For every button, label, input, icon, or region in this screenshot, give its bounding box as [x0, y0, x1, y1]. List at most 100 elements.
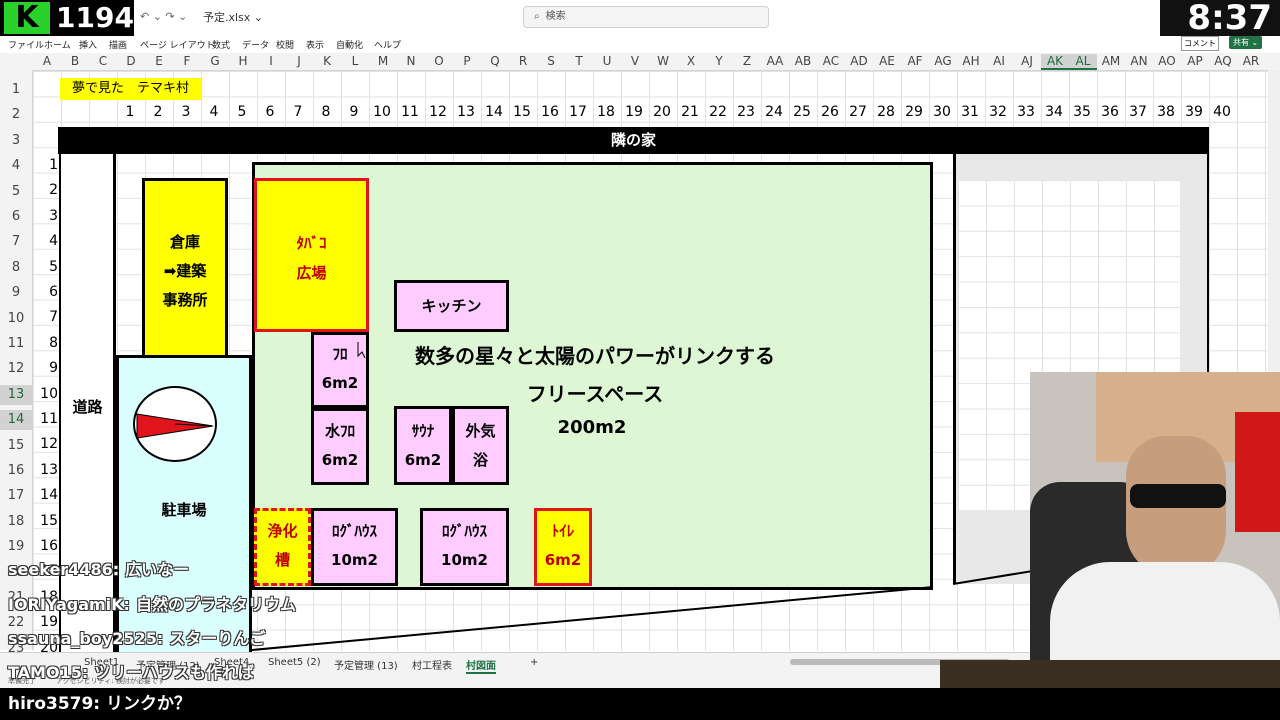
grid-row-number: 16 [40, 538, 58, 554]
sheet-tab[interactable]: Sheet5 (2) [268, 657, 321, 668]
menu-draw[interactable]: 描画 [109, 38, 127, 51]
column-header[interactable]: AR [1237, 54, 1265, 68]
row-header[interactable]: 10 [0, 309, 32, 329]
grid-column-number: 20 [653, 104, 671, 120]
column-header[interactable]: Z [733, 54, 761, 68]
row-header[interactable]: 5 [0, 182, 32, 202]
row-header[interactable]: 12 [0, 359, 32, 379]
chat-message: seeker4486: 広いなー [8, 556, 189, 580]
column-header[interactable]: AO [1153, 54, 1181, 68]
column-header[interactable]: K [313, 54, 341, 68]
column-header[interactable]: AG [929, 54, 957, 68]
row-header[interactable]: 4 [0, 156, 32, 176]
column-header[interactable]: Q [481, 54, 509, 68]
menu-formulas[interactable]: 数式 [212, 38, 230, 51]
column-header[interactable]: V [621, 54, 649, 68]
column-header[interactable]: F [173, 54, 201, 68]
row-header[interactable]: 14 [0, 410, 32, 431]
sauna-line-2: 6m2 [404, 451, 442, 469]
column-header[interactable]: L [341, 54, 369, 68]
column-header[interactable]: AL [1069, 54, 1097, 70]
red-cloth [1235, 412, 1280, 532]
column-header[interactable]: U [593, 54, 621, 68]
column-header[interactable]: I [257, 54, 285, 68]
grid-column-number: 40 [1213, 104, 1231, 120]
grid-column-number: 1 [125, 104, 135, 120]
kitchen-label: キッチン [421, 297, 482, 315]
row-header[interactable]: 19 [0, 537, 32, 557]
menu-data[interactable]: データ [242, 38, 269, 51]
column-header[interactable]: AA [761, 54, 789, 68]
sheet-tab[interactable]: 村工程表 [412, 657, 452, 672]
column-header[interactable]: AF [901, 54, 929, 68]
row-header[interactable]: 11 [0, 334, 32, 354]
column-header[interactable]: C [89, 54, 117, 68]
column-header[interactable]: O [425, 54, 453, 68]
grid-column-number: 16 [541, 104, 559, 120]
share-button[interactable]: 共有 ⌄ [1229, 36, 1263, 49]
column-header[interactable]: AI [985, 54, 1013, 68]
column-header[interactable]: P [453, 54, 481, 68]
column-header[interactable]: AM [1097, 54, 1125, 68]
file-name-menu[interactable]: 予定.xlsx ⌄ [203, 9, 263, 25]
row-header[interactable]: 9 [0, 283, 32, 303]
column-header[interactable]: B [61, 54, 89, 68]
column-header[interactable]: S [537, 54, 565, 68]
column-header[interactable]: M [369, 54, 397, 68]
comment-button[interactable]: コメント [1181, 36, 1219, 51]
menu-insert[interactable]: 挿入 [79, 38, 97, 51]
column-header[interactable]: AP [1181, 54, 1209, 68]
menu-home[interactable]: ホーム [44, 38, 71, 51]
menu-review[interactable]: 校閲 [276, 38, 294, 51]
column-header[interactable]: E [145, 54, 173, 68]
menu-automate[interactable]: 自動化 [336, 38, 363, 51]
column-header[interactable]: Y [705, 54, 733, 68]
row-header[interactable]: 6 [0, 207, 32, 227]
column-header[interactable]: W [649, 54, 677, 68]
undo-redo-buttons[interactable]: ↶ ⌄ ↷ ⌄ [140, 10, 187, 23]
column-header[interactable]: G [201, 54, 229, 68]
sheet-title-cell[interactable]: 夢で見た テマキ村 [60, 78, 201, 100]
row-header[interactable]: 1 [0, 80, 32, 100]
row-header[interactable]: 8 [0, 258, 32, 278]
column-header[interactable]: AH [957, 54, 985, 68]
menu-page-layout[interactable]: ページ レイアウト [140, 38, 215, 51]
row-header[interactable]: 17 [0, 486, 32, 506]
column-header[interactable]: AE [873, 54, 901, 68]
sheet-tab[interactable]: 村図面 [466, 657, 496, 674]
row-header[interactable]: 3 [0, 131, 32, 151]
column-header[interactable]: T [565, 54, 593, 68]
menu-help[interactable]: ヘルプ [374, 38, 401, 51]
search-box[interactable]: ⌕ 検索 [523, 6, 769, 28]
column-header[interactable]: AD [845, 54, 873, 68]
column-header[interactable]: AJ [1013, 54, 1041, 68]
free-space-title: 数多の星々と太陽のパワーがリンクする フリースペース [380, 337, 810, 413]
row-header[interactable]: 2 [0, 105, 32, 125]
bath-line-2: 6m2 [321, 374, 359, 392]
sheet-tab[interactable]: 予定管理 (13) [334, 657, 398, 672]
menu-file[interactable]: ファイル [8, 38, 44, 51]
column-header[interactable]: D [117, 54, 145, 68]
column-header[interactable]: A [33, 54, 61, 68]
grid-column-number: 11 [401, 104, 419, 120]
column-header[interactable]: J [285, 54, 313, 68]
grid-column-number: 37 [1129, 104, 1147, 120]
column-header[interactable]: N [397, 54, 425, 68]
column-header[interactable]: R [509, 54, 537, 68]
column-header[interactable]: AQ [1209, 54, 1237, 68]
column-header[interactable]: AN [1125, 54, 1153, 68]
row-header[interactable]: 16 [0, 461, 32, 481]
row-header[interactable]: 18 [0, 512, 32, 532]
row-header[interactable]: 15 [0, 436, 32, 456]
column-header[interactable]: AC [817, 54, 845, 68]
grid-column-number: 18 [597, 104, 615, 120]
column-header[interactable]: X [677, 54, 705, 68]
column-header[interactable]: AK [1041, 54, 1069, 70]
menu-view[interactable]: 表示 [306, 38, 324, 51]
grid-column-number: 35 [1073, 104, 1091, 120]
add-sheet-icon[interactable]: + [530, 657, 538, 668]
column-header[interactable]: H [229, 54, 257, 68]
row-header[interactable]: 7 [0, 232, 32, 252]
row-header[interactable]: 13 [0, 384, 32, 405]
column-header[interactable]: AB [789, 54, 817, 68]
